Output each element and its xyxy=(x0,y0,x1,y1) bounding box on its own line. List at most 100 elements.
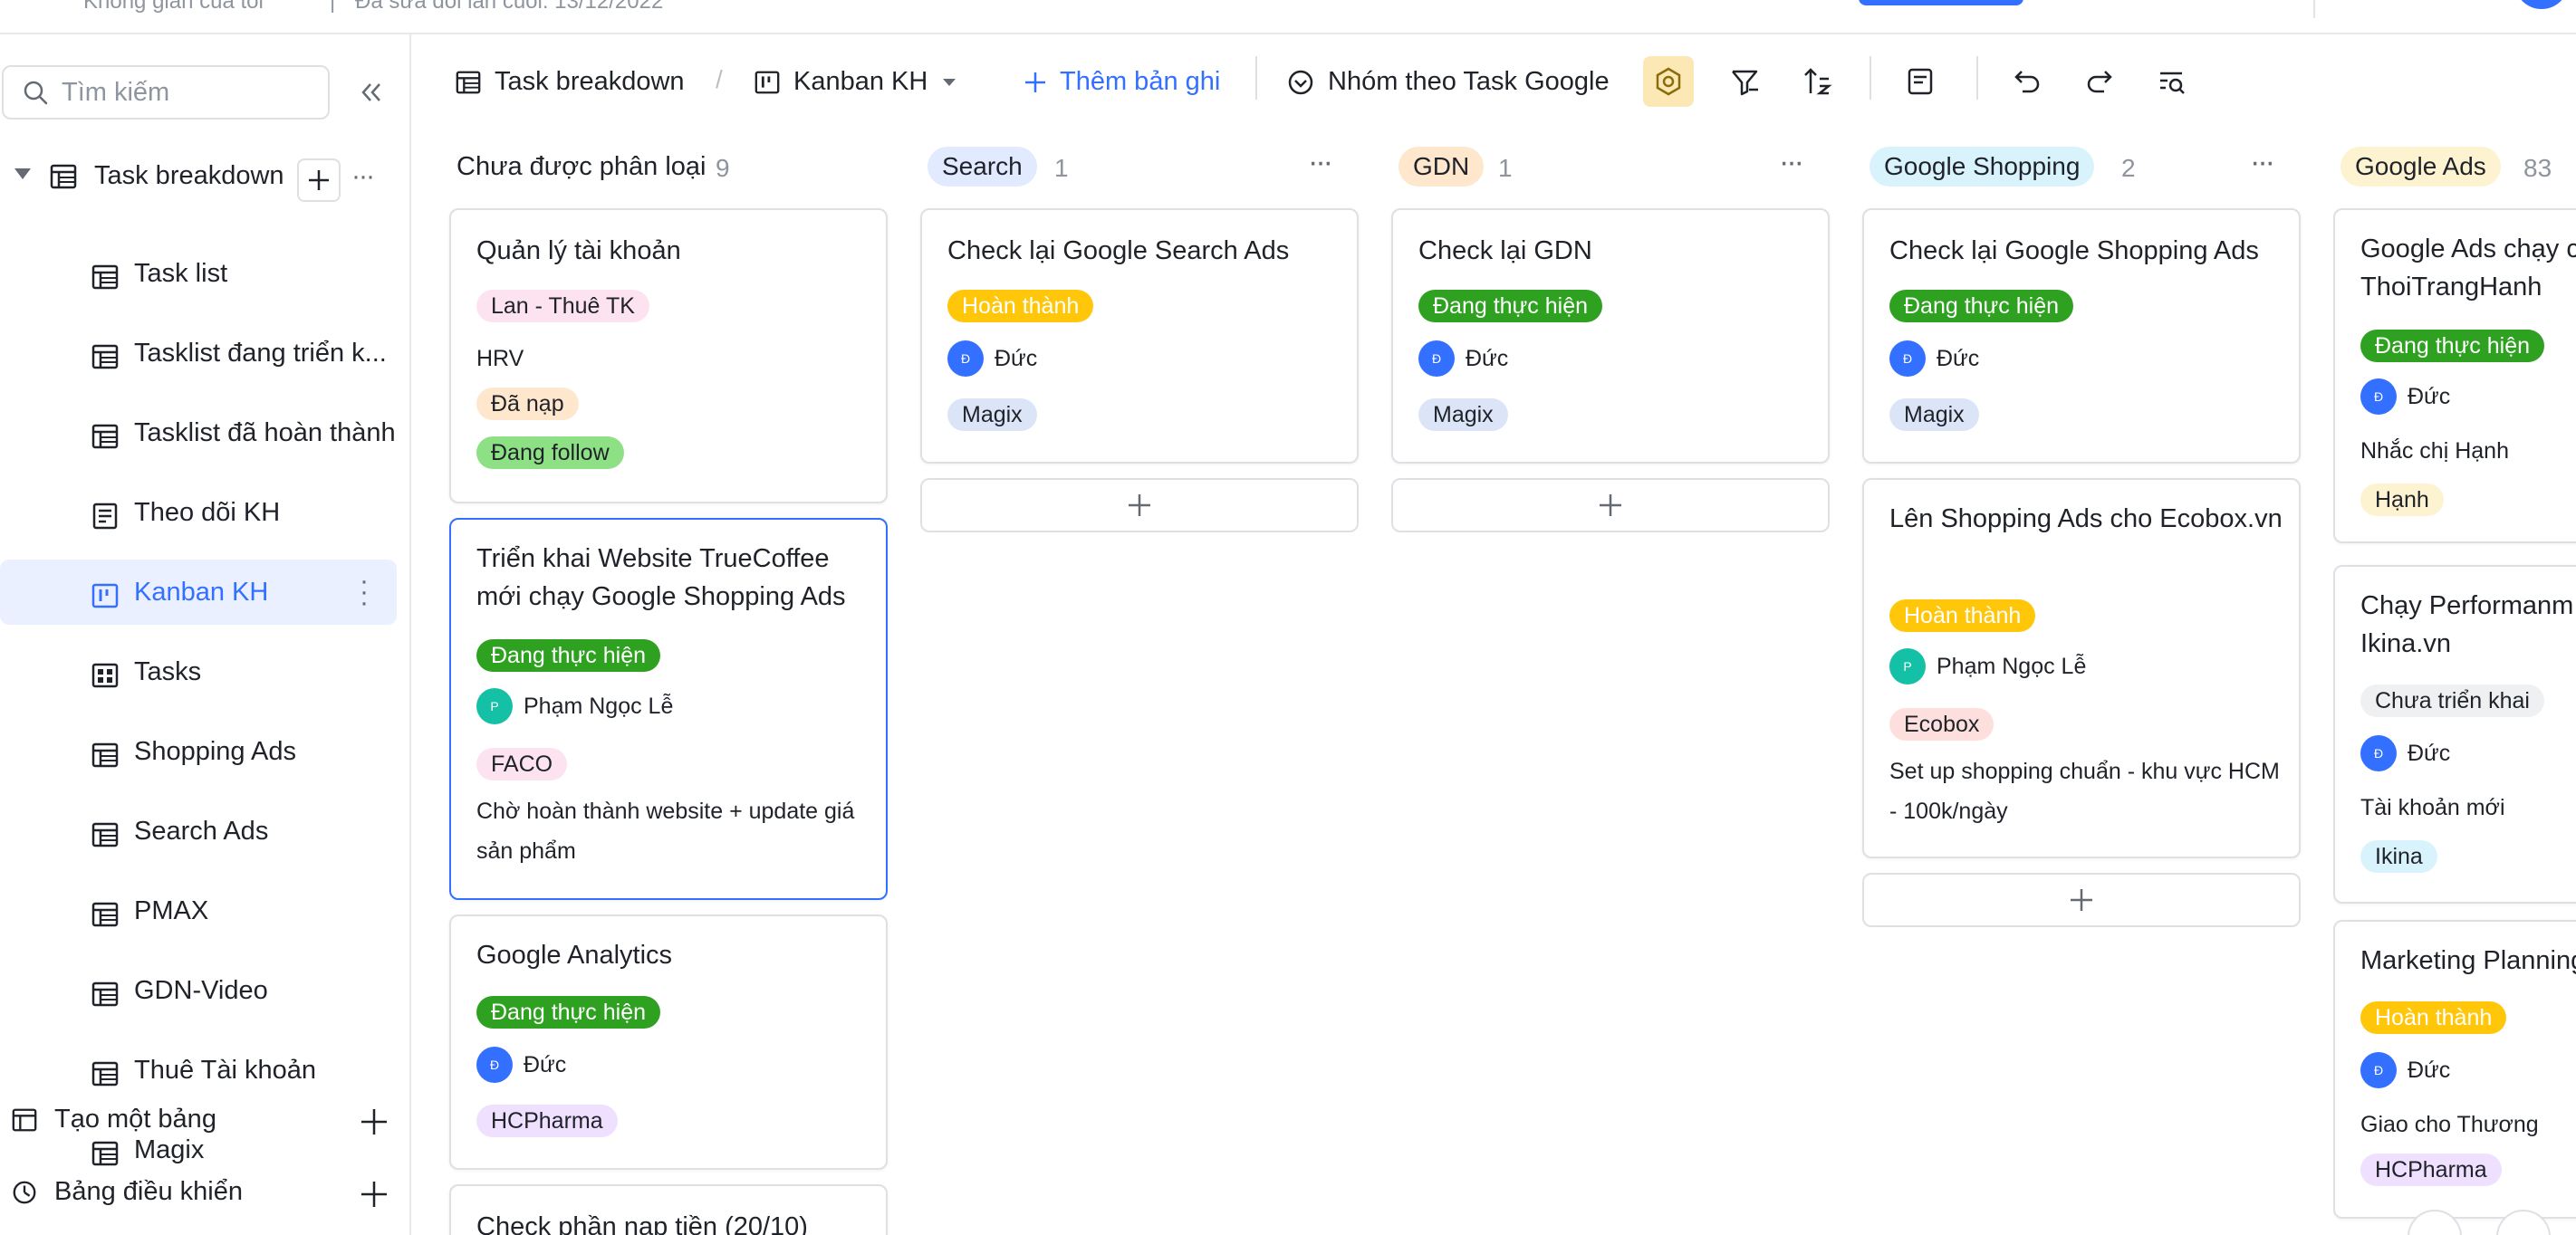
create-table-row[interactable]: Tạo một bảng xyxy=(0,1087,411,1152)
sidebar-item[interactable]: Tasklist đang triển k... xyxy=(0,321,397,386)
sidebar-item[interactable]: Shopping Ads xyxy=(0,719,397,784)
table-name: Task breakdown xyxy=(495,67,685,96)
table-icon xyxy=(91,344,119,369)
column-count: 9 xyxy=(716,154,730,182)
collapse-sidebar-button[interactable] xyxy=(355,76,388,109)
kanban-card[interactable]: Check lại Google Search Ads Hoàn thành Đ… xyxy=(920,208,1359,464)
undo-button[interactable] xyxy=(2009,63,2045,100)
kanban-card[interactable]: Chạy Performanm Ikina.vn Chưa triển khai… xyxy=(2333,565,2576,904)
column-header[interactable]: Google Ads 83 xyxy=(2333,145,2576,192)
dashboard-row[interactable]: Bảng điều khiển xyxy=(0,1159,411,1224)
assignee-name: Đức xyxy=(524,1051,567,1077)
form-icon xyxy=(92,503,118,530)
fields-icon xyxy=(1908,68,1933,95)
view-switcher[interactable]: Kanban KH xyxy=(754,67,958,97)
sort-button[interactable] xyxy=(1799,63,1835,100)
sidebar-item-label: Task list xyxy=(134,259,228,288)
assignee-name: Phạm Ngọc Lễ xyxy=(1937,653,2087,679)
column-header[interactable]: Search 1 ··· xyxy=(920,145,1359,192)
assignee[interactable]: Đ Đức xyxy=(1418,340,1508,377)
sidebar-item[interactable]: Theo dõi KH xyxy=(0,480,397,545)
table-name-item[interactable]: Task breakdown xyxy=(455,67,685,97)
column-header[interactable]: GDN 1 ··· xyxy=(1391,145,1830,192)
search-input[interactable]: Tìm kiếm xyxy=(2,65,330,120)
more-options-icon[interactable]: ··· xyxy=(1779,145,1804,180)
kanban-card[interactable]: Lên Shopping Ads cho Ecobox.vn Hoàn thàn… xyxy=(1862,478,2301,858)
kanban-card[interactable]: Quản lý tài khoản Lan - Thuê TK HRV Đã n… xyxy=(449,208,888,503)
add-view-button[interactable] xyxy=(297,158,341,202)
column-count: 2 xyxy=(2121,154,2136,182)
table-icon xyxy=(91,981,119,1007)
group-by-button[interactable]: Nhóm theo Task Google xyxy=(1286,67,1610,97)
sidebar-item[interactable]: Kanban KH · · · xyxy=(0,560,397,625)
kebab-menu-icon[interactable]: · · · xyxy=(355,568,373,617)
client-tag: Magix xyxy=(947,398,1037,431)
add-card-button[interactable] xyxy=(1862,873,2301,927)
assignee[interactable]: Đ Đức xyxy=(2360,1052,2450,1088)
sidebar-item-label: Theo dõi KH xyxy=(134,498,281,527)
add-record-button[interactable]: Thêm bản ghi xyxy=(1024,67,1220,97)
settings-button[interactable] xyxy=(1643,56,1694,107)
assignee[interactable]: P Phạm Ngọc Lễ xyxy=(476,688,673,724)
sidebar-item[interactable]: Tasklist đã hoàn thành xyxy=(0,400,397,465)
caret-down-icon[interactable] xyxy=(14,168,31,179)
sidebar-item[interactable]: GDN-Video xyxy=(0,958,397,1023)
assignee[interactable]: Đ Đức xyxy=(476,1047,566,1083)
undo-icon xyxy=(2014,71,2040,93)
assignee[interactable]: Đ Đức xyxy=(947,340,1037,377)
redo-icon xyxy=(2087,71,2112,93)
more-options-icon[interactable]: ··· xyxy=(351,161,375,192)
assignee[interactable]: Đ Đức xyxy=(2360,378,2450,415)
plus-icon xyxy=(2071,889,2092,911)
table-icon xyxy=(12,1108,37,1132)
more-options-icon[interactable]: ··· xyxy=(2250,145,2275,180)
column-count: 1 xyxy=(1054,154,1069,182)
redo-button[interactable] xyxy=(2081,63,2118,100)
group-circle-icon xyxy=(1288,70,1313,94)
workspace-label[interactable]: Không gian của tôi xyxy=(83,0,264,14)
more-options-icon[interactable]: ··· xyxy=(1308,145,1333,180)
kanban-card[interactable]: Check lại Google Shopping Ads Đang thực … xyxy=(1862,208,2301,464)
kanban-card[interactable]: Check phần nạp tiền (20/10) xyxy=(449,1184,888,1235)
view-toolbar: Task breakdown / Kanban KH Thêm bản ghi … xyxy=(413,34,2576,129)
assignee[interactable]: P Phạm Ngọc Lễ xyxy=(1889,648,2086,685)
assignee[interactable]: Đ Đức xyxy=(2360,735,2450,771)
kanban-card[interactable]: Google Ads chạy c ThoiTrangHanh Đang thự… xyxy=(2333,208,2576,543)
view-name: Kanban KH xyxy=(793,67,928,96)
add-record-label: Thêm bản ghi xyxy=(1060,67,1221,96)
plus-icon[interactable] xyxy=(359,1179,389,1210)
sidebar-item-label: Search Ads xyxy=(134,817,269,846)
sidebar-root-label: Task breakdown xyxy=(94,161,284,190)
sidebar-item-label: Tasklist đang triển k... xyxy=(134,339,387,368)
sidebar-root-task-breakdown[interactable]: Task breakdown ··· xyxy=(0,148,411,203)
plus-icon[interactable] xyxy=(359,1106,389,1137)
user-avatar[interactable] xyxy=(2514,0,2569,9)
column-header[interactable]: Google Shopping 2 ··· xyxy=(1862,145,2301,192)
fields-button[interactable] xyxy=(1902,63,1938,100)
table-icon xyxy=(91,264,119,290)
kanban-card[interactable]: Check lại GDN Đang thực hiện Đ Đức Magix xyxy=(1391,208,1830,464)
column-title: Chưa được phân loại xyxy=(457,152,706,181)
add-card-button[interactable] xyxy=(920,478,1359,532)
card-title: Check lại Google Shopping Ads xyxy=(1889,236,2259,265)
share-button[interactable] xyxy=(1859,0,2023,5)
sidebar-item[interactable]: Task list xyxy=(0,241,397,306)
sidebar-item[interactable]: Search Ads xyxy=(0,799,397,864)
client-tag: Ecobox xyxy=(1889,708,1994,741)
card-title-link[interactable]: Ikina.vn xyxy=(2360,625,2576,663)
search-records-button[interactable] xyxy=(2154,63,2190,100)
vertical-divider: | xyxy=(330,0,336,14)
add-card-button[interactable] xyxy=(1391,478,1830,532)
assignee-name: Đức xyxy=(1937,345,1980,371)
kanban-card-selected[interactable]: Triển khai Website TrueCoffee mới chạy G… xyxy=(449,518,888,900)
filter-button[interactable] xyxy=(1726,63,1763,100)
column-header[interactable]: Chưa được phân loại 9 xyxy=(449,145,888,192)
card-title: Lên Shopping Ads cho Ecobox.vn xyxy=(1889,504,2283,533)
status-tag: Đang thực hiện xyxy=(1889,290,2074,322)
kanban-card[interactable]: Marketing Planning Hoàn thành Đ Đức Giao… xyxy=(2333,920,2576,1219)
sidebar-item[interactable]: PMAX xyxy=(0,878,397,943)
sidebar-item[interactable]: Tasks xyxy=(0,639,397,704)
assignee[interactable]: Đ Đức xyxy=(1889,340,1979,377)
kanban-card[interactable]: Google Analytics Đang thực hiện Đ Đức HC… xyxy=(449,914,888,1170)
tag: Đã nạp xyxy=(476,388,579,420)
